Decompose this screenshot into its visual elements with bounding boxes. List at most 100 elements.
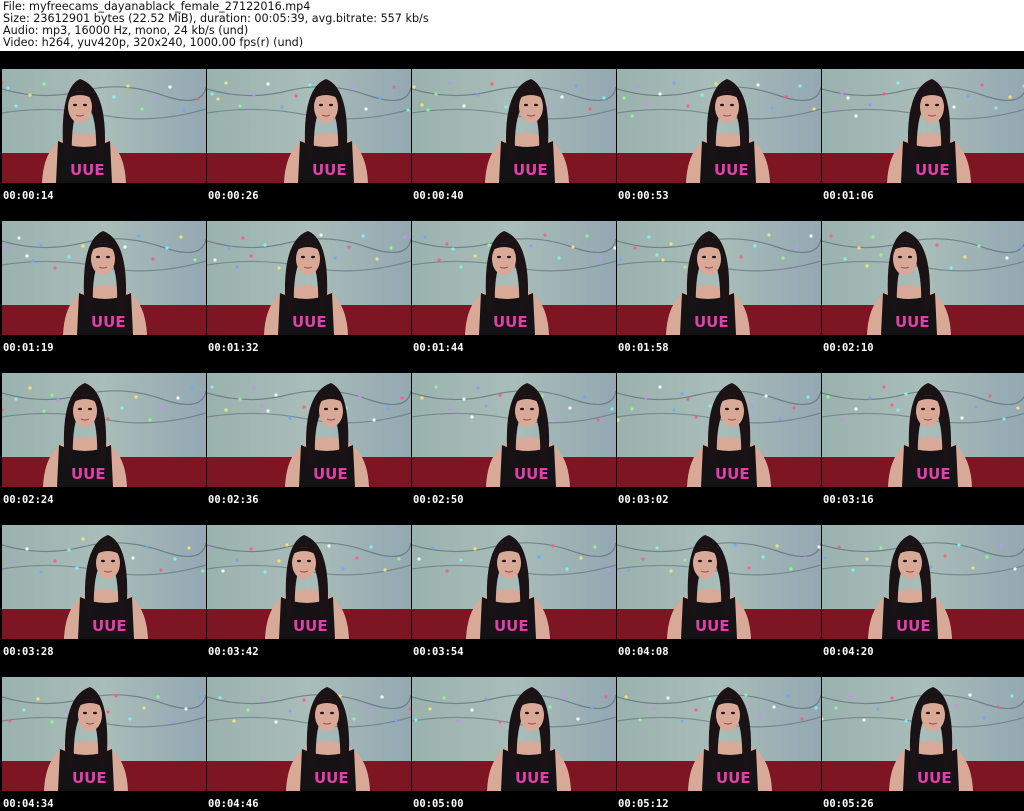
frame-cell: UUE 00:03:28: [2, 507, 206, 659]
frame-thumbnail: UUE: [207, 221, 411, 335]
frame-timestamp: 00:01:06: [823, 190, 874, 202]
frame-timestamp: 00:01:44: [413, 342, 464, 354]
file-size-line: Size: 23612901 bytes (22.52 MiB), durati…: [3, 13, 429, 25]
svg-text:UUE: UUE: [313, 465, 348, 483]
frame-cell: UUE 00:02:36: [207, 355, 411, 507]
svg-text:UUE: UUE: [493, 313, 528, 331]
svg-text:UUE: UUE: [916, 465, 951, 483]
frame-thumbnail: UUE: [617, 69, 821, 183]
frame-cell: UUE 00:00:14: [2, 51, 206, 203]
frame-timestamp: 00:00:40: [413, 190, 464, 202]
frame-timestamp: 00:02:24: [3, 494, 54, 506]
frame-thumbnail: UUE: [207, 525, 411, 639]
svg-text:UUE: UUE: [71, 465, 106, 483]
frame-timestamp: 00:01:32: [208, 342, 259, 354]
frame-timestamp: 00:04:34: [3, 798, 54, 810]
frame-thumbnail: UUE: [822, 373, 1024, 487]
frame-cell: UUE 00:03:02: [617, 355, 821, 507]
frame-cell: UUE 00:04:46: [207, 659, 411, 811]
frame-cell: UUE 00:03:16: [822, 355, 1024, 507]
svg-text:UUE: UUE: [514, 465, 549, 483]
frame-thumbnail: UUE: [412, 525, 616, 639]
frame-cell: UUE 00:02:50: [412, 355, 616, 507]
frame-thumbnail: UUE: [822, 69, 1024, 183]
svg-text:UUE: UUE: [716, 769, 751, 787]
frame-thumbnail: UUE: [617, 677, 821, 791]
frame-timestamp: 00:02:36: [208, 494, 259, 506]
svg-text:UUE: UUE: [513, 161, 548, 179]
frame-cell: UUE 00:00:26: [207, 51, 411, 203]
frame-timestamp: 00:03:42: [208, 646, 259, 658]
svg-text:UUE: UUE: [915, 161, 950, 179]
frame-thumbnail: UUE: [822, 221, 1024, 335]
frame-thumbnail: UUE: [207, 677, 411, 791]
frame-timestamp: 00:00:53: [618, 190, 669, 202]
frame-timestamp: 00:05:00: [413, 798, 464, 810]
svg-text:UUE: UUE: [91, 313, 126, 331]
frame-thumbnail: UUE: [412, 221, 616, 335]
svg-text:UUE: UUE: [896, 617, 931, 635]
frame-cell: UUE 00:01:44: [412, 203, 616, 355]
file-name-line: File: myfreecams_dayanablack_female_2712…: [3, 1, 311, 13]
thumbnail-grid: UUE 00:00:14 UUE 00:00:26 UUE 00:00:40 UUE 00:0…: [0, 51, 1024, 811]
frame-timestamp: 00:05:12: [618, 798, 669, 810]
frame-cell: UUE 00:00:40: [412, 51, 616, 203]
frame-timestamp: 00:01:19: [3, 342, 54, 354]
frame-thumbnail: UUE: [617, 221, 821, 335]
frame-cell: UUE 00:01:58: [617, 203, 821, 355]
frame-thumbnail: UUE: [822, 525, 1024, 639]
frame-timestamp: 00:03:02: [618, 494, 669, 506]
frame-cell: UUE 00:03:54: [412, 507, 616, 659]
frame-timestamp: 00:03:28: [3, 646, 54, 658]
audio-info-line: Audio: mp3, 16000 Hz, mono, 24 kb/s (und…: [3, 25, 249, 37]
svg-text:UUE: UUE: [70, 161, 105, 179]
frame-thumbnail: UUE: [617, 525, 821, 639]
svg-text:UUE: UUE: [895, 313, 930, 331]
frame-timestamp: 00:04:08: [618, 646, 669, 658]
frame-thumbnail: UUE: [2, 373, 206, 487]
frame-timestamp: 00:01:58: [618, 342, 669, 354]
svg-text:UUE: UUE: [694, 313, 729, 331]
frame-timestamp: 00:04:20: [823, 646, 874, 658]
svg-text:UUE: UUE: [314, 769, 349, 787]
frame-timestamp: 00:02:50: [413, 494, 464, 506]
frame-thumbnail: UUE: [822, 677, 1024, 791]
frame-thumbnail: UUE: [617, 373, 821, 487]
frame-thumbnail: UUE: [2, 69, 206, 183]
frame-timestamp: 00:00:26: [208, 190, 259, 202]
svg-text:UUE: UUE: [714, 161, 749, 179]
svg-text:UUE: UUE: [917, 769, 952, 787]
frame-thumbnail: UUE: [412, 69, 616, 183]
frame-timestamp: 00:00:14: [3, 190, 54, 202]
frame-thumbnail: UUE: [207, 69, 411, 183]
frame-cell: UUE 00:05:26: [822, 659, 1024, 811]
frame-cell: UUE 00:00:53: [617, 51, 821, 203]
svg-text:UUE: UUE: [72, 769, 107, 787]
frame-timestamp: 00:03:16: [823, 494, 874, 506]
frame-cell: UUE 00:01:06: [822, 51, 1024, 203]
frame-timestamp: 00:03:54: [413, 646, 464, 658]
frame-thumbnail: UUE: [2, 221, 206, 335]
frame-cell: UUE 00:03:42: [207, 507, 411, 659]
frame-cell: UUE 00:05:12: [617, 659, 821, 811]
frame-thumbnail: UUE: [2, 525, 206, 639]
frame-thumbnail: UUE: [412, 677, 616, 791]
file-info-header: File: myfreecams_dayanablack_female_2712…: [3, 1, 1021, 49]
video-info-line: Video: h264, yuv420p, 320x240, 1000.00 f…: [3, 37, 304, 49]
svg-text:UUE: UUE: [494, 617, 529, 635]
frame-cell: UUE 00:04:20: [822, 507, 1024, 659]
frame-cell: UUE 00:01:19: [2, 203, 206, 355]
frame-cell: UUE 00:04:34: [2, 659, 206, 811]
svg-text:UUE: UUE: [312, 161, 347, 179]
frame-cell: UUE 00:01:32: [207, 203, 411, 355]
frame-thumbnail: UUE: [412, 373, 616, 487]
svg-text:UUE: UUE: [92, 617, 127, 635]
svg-text:UUE: UUE: [292, 313, 327, 331]
frame-timestamp: 00:04:46: [208, 798, 259, 810]
frame-cell: UUE 00:02:10: [822, 203, 1024, 355]
frame-cell: UUE 00:05:00: [412, 659, 616, 811]
frame-timestamp: 00:02:10: [823, 342, 874, 354]
frame-cell: UUE 00:04:08: [617, 507, 821, 659]
svg-text:UUE: UUE: [515, 769, 550, 787]
svg-text:UUE: UUE: [293, 617, 328, 635]
